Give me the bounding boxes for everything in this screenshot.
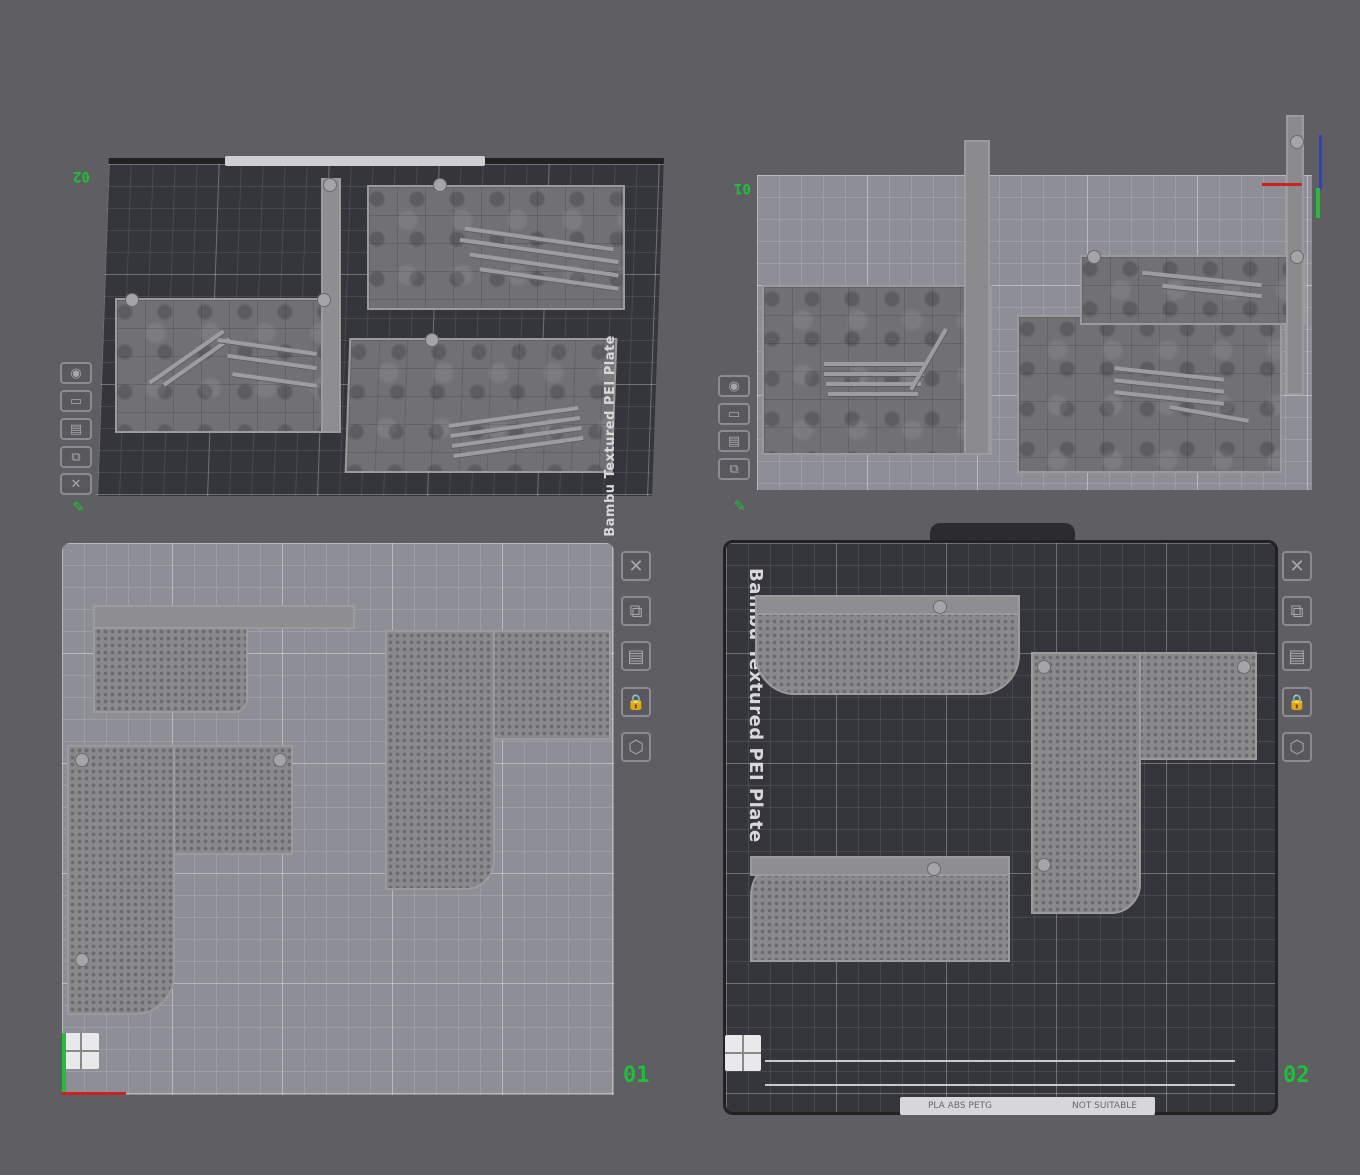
model-wall-back[interactable] [1080, 255, 1306, 325]
close-icon[interactable]: ✕ [1282, 551, 1312, 581]
model-corner-piece[interactable] [67, 745, 175, 1015]
axis-z-icon [1319, 135, 1322, 190]
auto-orient-icon[interactable]: ⧉ [718, 458, 750, 480]
settings-icon[interactable]: ⬡ [1282, 732, 1312, 762]
lock-icon[interactable]: 🔒 [621, 687, 651, 717]
model-wall-left[interactable] [762, 285, 992, 455]
model-knob [1290, 135, 1304, 149]
model-knob [927, 862, 941, 876]
model-wall-right[interactable] [1017, 315, 1282, 473]
plate-filament-text: PLA ABS PETG [928, 1101, 992, 1111]
arrange-icon[interactable]: ▤ [60, 418, 92, 440]
eye-icon[interactable]: ◉ [60, 362, 92, 384]
view-bottom-left[interactable]: 01 ✕ ⧉ ▤ 🔒 ⬡ [55, 535, 665, 1110]
model-wall-top[interactable] [750, 856, 1010, 876]
model-wall-top[interactable] [93, 605, 355, 629]
axis-y-icon [62, 1033, 66, 1093]
model-knob [433, 178, 447, 192]
auto-orient-icon[interactable]: ⧉ [60, 446, 92, 468]
model-knob [425, 333, 439, 347]
view-label: 02 [73, 168, 90, 184]
model-knob [273, 753, 287, 767]
model-knob [323, 178, 337, 192]
model-knob [1037, 660, 1051, 674]
edit-icon[interactable]: ✎ [73, 496, 84, 517]
close-icon[interactable]: ✕ [621, 551, 651, 581]
model-pillar[interactable] [964, 140, 990, 455]
model-knob [1087, 250, 1101, 264]
model-knob [1237, 660, 1251, 674]
settings-icon[interactable]: ⬡ [621, 732, 651, 762]
plate-line-marks [765, 1060, 1235, 1086]
view-top-right[interactable]: 01 ◉ ▭ ▤ ⧉ ✎ [712, 110, 1342, 520]
axis-x-icon [62, 1092, 126, 1095]
model-wall-top[interactable] [755, 595, 1020, 615]
model-corner-piece[interactable] [385, 630, 495, 890]
model-wall-back[interactable] [367, 185, 625, 310]
arrange-icon[interactable]: ▤ [621, 641, 651, 671]
lock-icon[interactable]: 🔒 [1282, 687, 1312, 717]
model-knob [75, 753, 89, 767]
auto-orient-icon[interactable]: ⧉ [621, 596, 651, 626]
view-top-left[interactable]: 02 Bambu Textured PEI Plate ◉ ▭ ▤ ⧉ ✕ ✎ [55, 150, 675, 537]
camera-icon[interactable]: ▭ [718, 403, 750, 425]
plate-info-bar: PLA ABS PETG NOT SUITABLE [900, 1097, 1155, 1115]
model-floor-front[interactable] [344, 338, 618, 473]
close-icon[interactable]: ✕ [60, 473, 92, 495]
model-knob [317, 293, 331, 307]
edit-icon[interactable]: ✎ [734, 495, 745, 516]
plate-header-bar [225, 156, 485, 166]
model-knob [125, 293, 139, 307]
eye-icon[interactable]: ◉ [718, 375, 750, 397]
view-label: 02 [1283, 1063, 1310, 1088]
camera-icon[interactable]: ▭ [60, 390, 92, 412]
view-bottom-right[interactable]: Bambu Textured PEI Plate PLA ABS PETG NO… [715, 520, 1345, 1120]
axis-x-icon [1262, 183, 1302, 186]
plate-warning-text: NOT SUITABLE [1072, 1101, 1137, 1111]
arrange-icon[interactable]: ▤ [1282, 641, 1312, 671]
view-label: 01 [623, 1063, 650, 1088]
origin-marker [725, 1035, 761, 1071]
axis-y-icon [1316, 188, 1320, 218]
model-corner-piece[interactable] [1031, 652, 1141, 914]
model-wall-left[interactable] [115, 298, 337, 433]
model-knob [1290, 250, 1304, 264]
origin-marker [63, 1033, 99, 1069]
model-knob [75, 953, 89, 967]
plate-name-text: Bambu Textured PEI Plate [603, 335, 618, 537]
model-knob [1037, 858, 1051, 872]
view-label: 01 [734, 180, 751, 196]
model-knob [933, 600, 947, 614]
auto-orient-icon[interactable]: ⧉ [1282, 596, 1312, 626]
arrange-icon[interactable]: ▤ [718, 430, 750, 452]
